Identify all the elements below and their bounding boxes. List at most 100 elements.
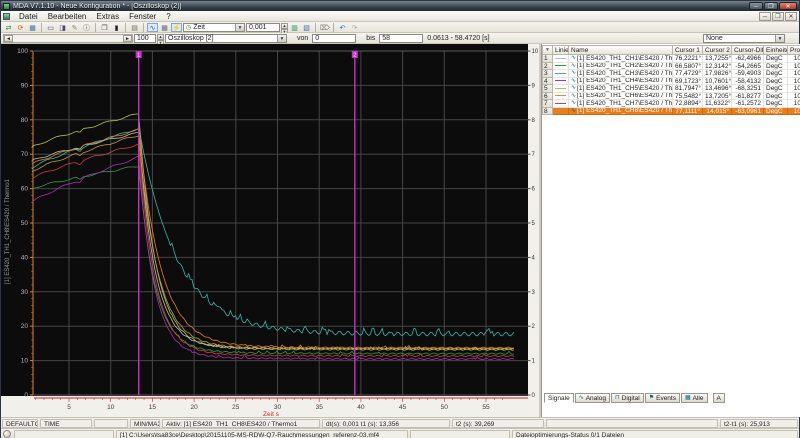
main-area: 0102030405060708090100[1] ES420_TH1_CH8\…: [1, 44, 799, 417]
table-row[interactable]: 1∿[1] ES420_TH1_CH1\ES420 / Thermo176,22…: [542, 55, 800, 63]
toolbar-separator: [143, 23, 144, 32]
svg-text:90: 90: [21, 82, 29, 89]
menu-fenster[interactable]: Fenster: [124, 12, 161, 21]
row-number[interactable]: 3: [542, 70, 553, 78]
row-number[interactable]: 2: [542, 63, 553, 71]
maximize-button[interactable]: ❐: [764, 2, 778, 10]
signal-assign-icon[interactable]: ✎: [69, 23, 80, 32]
tab-alle[interactable]: ▦Alle: [681, 393, 708, 403]
row-number[interactable]: 7: [542, 100, 553, 108]
time-mode-combo[interactable]: ◷ Zeit ▼: [183, 23, 245, 32]
table-row[interactable]: 4∿[1] ES420_TH1_CH4\ES420 / Thermo169,17…: [542, 78, 800, 86]
row-number[interactable]: 1: [542, 55, 553, 63]
menu-help[interactable]: ?: [161, 12, 175, 21]
column-header-cursor-1[interactable]: Cursor 1: [673, 45, 703, 55]
filter-icon[interactable]: ▼: [542, 45, 553, 55]
table-row[interactable]: 7∿[1] ES420_TH1_CH7\ES420 / Thermo172,88…: [542, 100, 800, 108]
svg-text:40: 40: [357, 404, 365, 411]
zoom-field[interactable]: 100: [134, 34, 156, 43]
tab-digital[interactable]: ⊓Digital: [611, 393, 644, 403]
cursor-mode-icon[interactable]: ⚡: [171, 23, 182, 32]
table-export-icon[interactable]: ▥: [289, 23, 300, 32]
prodiv-value: 10: [788, 100, 800, 108]
row-number[interactable]: 8: [542, 108, 553, 116]
close-button[interactable]: ✕: [779, 2, 797, 10]
tab-events[interactable]: ⚑Events: [645, 393, 680, 403]
line-color-swatch: [553, 100, 569, 108]
table-row[interactable]: 3∿[1] ES420_TH1_CH3\ES420 / Thermo177,47…: [542, 70, 800, 78]
zoom-spinner[interactable]: ▲▼: [157, 34, 164, 43]
chevron-down-icon[interactable]: ▼: [277, 35, 286, 42]
menu-datei[interactable]: Datei: [14, 12, 43, 21]
cursor-diff-value: -63,0961: [732, 108, 764, 116]
row-number[interactable]: 4: [542, 78, 553, 86]
horizontal-scrollbar[interactable]: ◄ ►: [3, 34, 133, 43]
reassign-sources-icon[interactable]: ⇄: [3, 23, 14, 32]
column-header-cursor-2[interactable]: Cursor 2: [703, 45, 732, 55]
save-icon[interactable]: ▦: [27, 23, 38, 32]
info-icon[interactable]: ⓘ: [81, 23, 92, 32]
cursor-diff-value: -59,4903: [732, 70, 764, 78]
main-toolbar: ⇄⟳▦▭◨✎ⓘ❐▮▤∿▦⚡ ◷ Zeit ▼ 0,001 ▲▼ ▥▧⌦↶↷: [1, 22, 799, 33]
none-combo[interactable]: None ▼: [703, 34, 785, 43]
view-select-value: Oszilloskop [2]: [168, 35, 214, 42]
prodiv-value: 10: [788, 93, 800, 101]
scroll-left-icon[interactable]: ◄: [4, 35, 13, 42]
mdi-minimize-button[interactable]: ─: [759, 12, 771, 21]
table-row[interactable]: 6∿[1] ES420_TH1_CH6\ES420 / Thermo175,54…: [542, 93, 800, 101]
step-spinner[interactable]: ▲▼: [281, 23, 288, 32]
column-header-pro-div[interactable]: Pro-Div: [788, 45, 800, 55]
layout-icon[interactable]: ▧: [301, 23, 312, 32]
tab-analog[interactable]: ∿Analog: [575, 393, 610, 403]
column-header-cursor-diff-[interactable]: Cursor-Diff.: [732, 45, 764, 55]
menu-extras[interactable]: Extras: [91, 12, 124, 21]
table-row[interactable]: 5∿[1] ES420_TH1_CH5\ES420 / Thermo181,79…: [542, 85, 800, 93]
unit-value: DegC: [764, 100, 788, 108]
row-number[interactable]: 5: [542, 85, 553, 93]
mdi-close-button[interactable]: ✕: [785, 12, 797, 21]
unit-value: DegC: [764, 93, 788, 101]
table-row[interactable]: 8∿[1] ES420_TH1_CH8\ES420 / Thermo177,11…: [542, 108, 800, 116]
eraser-icon[interactable]: ⌦: [319, 23, 330, 32]
chevron-down-icon[interactable]: ▼: [775, 35, 784, 42]
toolbar-separator: [125, 23, 126, 32]
scroll-right-icon[interactable]: ►: [123, 35, 132, 42]
column-header-name[interactable]: Name: [569, 45, 673, 55]
prodiv-value: 10: [788, 108, 800, 116]
none-combo-value: None: [706, 35, 723, 42]
redo-icon[interactable]: ↷: [349, 23, 360, 32]
table-row[interactable]: 2∿[1] ES420_TH1_CH2\ES420 / Thermo166,58…: [542, 63, 800, 71]
cursor2-value: 13,7255°: [703, 55, 732, 63]
tab-a[interactable]: A: [713, 393, 725, 403]
snapshot-icon[interactable]: ▤: [129, 23, 140, 32]
grid-view-icon[interactable]: ▦: [159, 23, 170, 32]
line-color-swatch: [553, 93, 569, 101]
row-number[interactable]: 6: [542, 93, 553, 101]
tab-signale[interactable]: Signale: [544, 393, 574, 403]
dark-monitor-icon[interactable]: ▮: [111, 23, 122, 32]
signal-name: ∿[1] ES420_TH1_CH1\ES420 / Thermo1: [569, 55, 673, 63]
cursor2-value: 14,015°: [703, 108, 732, 116]
von-field[interactable]: 0: [312, 34, 356, 43]
bis-field[interactable]: 58: [379, 34, 423, 43]
step-field[interactable]: 0,001: [246, 23, 280, 32]
refresh-icon[interactable]: ⟳: [15, 23, 26, 32]
plot-canvas[interactable]: 0102030405060708090100[1] ES420_TH1_CH8\…: [1, 44, 539, 417]
monitor-signals-icon[interactable]: ◨: [57, 23, 68, 32]
chevron-down-icon[interactable]: ▼: [235, 24, 244, 31]
monitor-config-icon[interactable]: ▭: [45, 23, 56, 32]
new-window-icon[interactable]: ❐: [99, 23, 110, 32]
analog-signal-icon: ∿: [571, 108, 576, 114]
undo-icon[interactable]: ↶: [337, 23, 348, 32]
view-select-combo[interactable]: Oszilloskop [2] ▼: [165, 34, 287, 43]
unit-value: DegC: [764, 85, 788, 93]
cursor2-value: 12,3142°: [703, 63, 732, 71]
svg-text:100: 100: [17, 48, 28, 55]
mdi-restore-button[interactable]: ❐: [772, 12, 784, 21]
oscilloscope-chart[interactable]: 0102030405060708090100[1] ES420_TH1_CH8\…: [1, 44, 539, 417]
column-header-linie[interactable]: Linie: [553, 45, 569, 55]
minimize-button[interactable]: ─: [749, 2, 763, 10]
menu-bearbeiten[interactable]: Bearbeiten: [43, 12, 92, 21]
column-header-einheiten[interactable]: Einheiten: [764, 45, 788, 55]
osc-view-icon[interactable]: ∿: [147, 23, 158, 32]
